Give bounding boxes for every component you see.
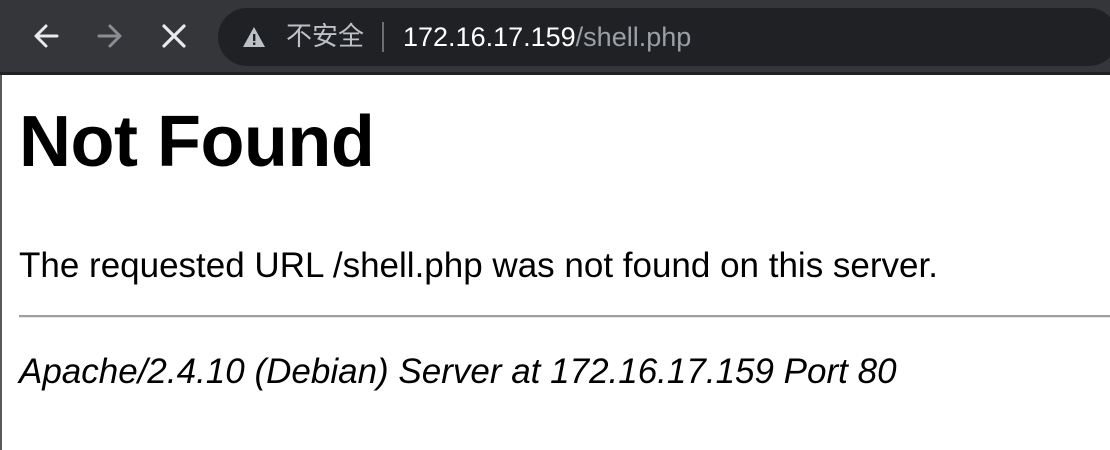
forward-button[interactable]: [90, 16, 130, 56]
url-text[interactable]: 172.16.17.159/shell.php: [403, 20, 691, 54]
address-bar[interactable]: 不安全 172.16.17.159/shell.php: [218, 8, 1110, 66]
page-content: Not Found The requested URL /shell.php w…: [0, 75, 1110, 450]
divider-line: [19, 315, 1110, 318]
address-divider: [382, 22, 384, 52]
arrow-right-icon: [97, 24, 122, 48]
security-status-label[interactable]: 不安全: [286, 21, 364, 53]
page-title: Not Found: [19, 102, 375, 182]
error-message: The requested URL /shell.php was not fou…: [19, 246, 938, 285]
server-signature: Apache/2.4.10 (Debian) Server at 172.16.…: [19, 352, 897, 391]
browser-toolbar: 不安全 172.16.17.159/shell.php: [0, 0, 1110, 75]
close-icon: [162, 24, 186, 48]
arrow-left-icon: [34, 24, 59, 48]
warning-icon[interactable]: [242, 26, 266, 48]
stop-loading-button[interactable]: [154, 16, 194, 56]
url-path: /shell.php: [575, 22, 692, 52]
back-button[interactable]: [26, 16, 66, 56]
url-host: 172.16.17.159: [403, 22, 576, 52]
